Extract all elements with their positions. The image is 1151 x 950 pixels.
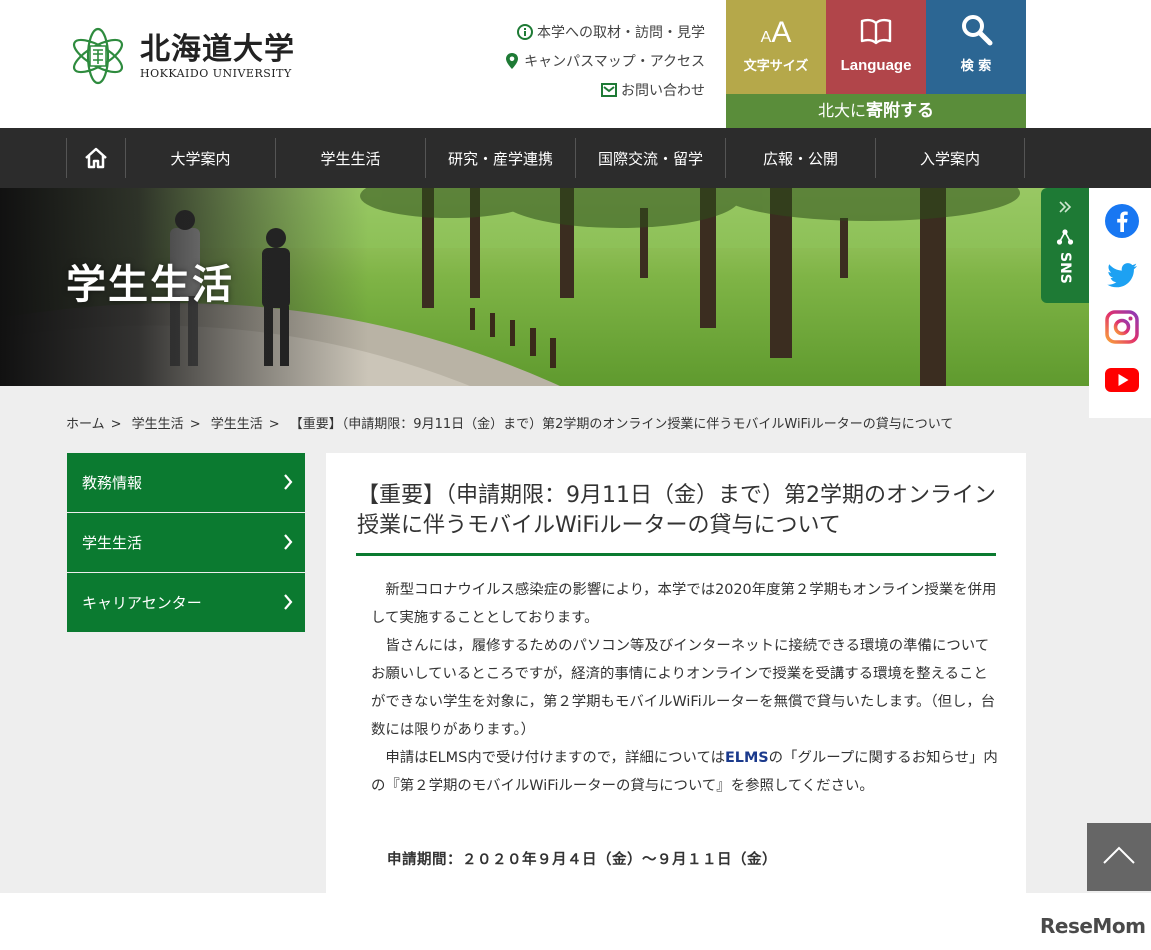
side-menu-label: 学生生活 <box>82 534 143 552</box>
breadcrumb-current: 【重要】（申請期限：9月11日（金）まで）第2学期のオンライン授業に伴うモバイル… <box>289 417 954 432</box>
article-panel: 【重要】（申請期限：9月11日（金）まで）第2学期のオンライン授業に伴うモバイル… <box>326 453 1026 893</box>
twitter-icon[interactable] <box>1105 258 1139 292</box>
nav-public-relations[interactable]: 広報・公開 <box>725 138 875 178</box>
campus-map-link[interactable]: キャンパスマップ・アクセス <box>504 51 705 71</box>
footer-band <box>0 893 1151 950</box>
mail-icon <box>601 83 617 97</box>
nav-international[interactable]: 国際交流・留学 <box>575 138 725 178</box>
nav-about[interactable]: 大学案内 <box>125 138 275 178</box>
side-menu-label: キャリアセンター <box>82 594 202 612</box>
sns-bar <box>1089 188 1151 418</box>
watermark-logo: ReseMom <box>1040 914 1146 938</box>
font-size-label: 文字サイズ <box>743 59 809 74</box>
utility-links: 本学への取材・訪問・見学 キャンパスマップ・アクセス お問い合わせ <box>504 22 705 109</box>
facebook-icon[interactable] <box>1105 204 1139 238</box>
nav-admissions[interactable]: 入学案内 <box>875 138 1025 178</box>
hero-title: 学生生活 <box>66 262 234 308</box>
article-paragraph-1: 新型コロナウイルス感染症の影響により，本学では2020年度第２学期もオンライン授… <box>371 582 997 626</box>
article-paragraph-3: 申請はELMS内で受け付けますので，詳細についてはELMSの「グループに関するお… <box>371 750 998 794</box>
visit-link-label: 本学への取材・訪問・見学 <box>537 25 705 41</box>
hero-banner: 学生生活 <box>0 188 1151 386</box>
chevron-up-icon <box>1103 846 1135 864</box>
campus-map-label: キャンパスマップ・アクセス <box>524 54 705 70</box>
side-menu-label: 教務情報 <box>82 474 143 492</box>
nav-home[interactable] <box>66 138 125 178</box>
search-icon <box>962 15 993 46</box>
chevron-right-icon <box>284 594 293 610</box>
elms-link[interactable]: ELMS <box>725 750 769 766</box>
breadcrumb-student-life-sub[interactable]: 学生生活 <box>211 417 263 432</box>
home-icon <box>85 147 107 169</box>
side-menu-career-center[interactable]: キャリアセンター <box>67 573 305 632</box>
site-header: 北海道大学 HOKKAIDO UNIVERSITY 本学への取材・訪問・見学 キ… <box>0 0 1151 128</box>
application-period: 申請期間：２０２０年９月４日（金）～９月１１日（金） <box>387 852 777 868</box>
breadcrumb-home[interactable]: ホーム <box>66 417 105 432</box>
nav-student-life[interactable]: 学生生活 <box>275 138 425 178</box>
article-paragraph-2: 皆さんには，履修するためのパソコン等及びインターネットに接続できる環境の準備につ… <box>371 638 996 738</box>
logo-japanese-name: 北海道大学 <box>140 31 295 67</box>
contact-link[interactable]: お問い合わせ <box>504 80 705 100</box>
sns-toggle-tab[interactable]: SNS <box>1041 188 1089 303</box>
map-pin-icon <box>506 53 519 69</box>
contact-link-label: お問い合わせ <box>621 83 705 99</box>
donate-button[interactable]: 北大に寄附する <box>726 94 1026 128</box>
nav-research[interactable]: 研究・産学連携 <box>425 138 575 178</box>
search-button[interactable]: 検 索 <box>926 0 1026 94</box>
book-icon <box>860 18 892 45</box>
chevron-right-icon <box>284 474 293 490</box>
breadcrumb-student-life[interactable]: 学生生活 <box>132 417 184 432</box>
article-body: 新型コロナウイルス感染症の影響により，本学では2020年度第２学期もオンライン授… <box>371 576 1001 800</box>
article-title: 【重要】（申請期限：9月11日（金）まで）第2学期のオンライン授業に伴うモバイル… <box>357 483 996 538</box>
language-label: Language <box>840 57 912 74</box>
global-nav: 大学案内 学生生活 研究・産学連携 国際交流・留学 広報・公開 入学案内 <box>0 128 1151 188</box>
instagram-icon[interactable] <box>1105 310 1139 344</box>
search-label: 検 索 <box>960 59 992 74</box>
university-emblem-icon <box>72 27 124 85</box>
info-icon <box>517 24 533 40</box>
breadcrumb: ホーム > 学生生活 > 学生生活 > 【重要】（申請期限：9月11日（金）まで）第2… <box>66 417 954 432</box>
side-menu: 教務情報 学生生活 キャリアセンター <box>67 453 305 633</box>
side-menu-student-life[interactable]: 学生生活 <box>67 513 305 572</box>
donate-prefix: 北大に <box>817 101 866 120</box>
font-size-button[interactable]: AA 文字サイズ <box>726 0 826 94</box>
visit-link[interactable]: 本学への取材・訪問・見学 <box>504 22 705 42</box>
chevron-right-icon <box>284 534 293 550</box>
university-logo[interactable]: 北海道大学 HOKKAIDO UNIVERSITY <box>66 22 295 90</box>
font-size-icon: AA <box>760 16 792 49</box>
share-icon <box>1056 229 1074 245</box>
sns-tab-label: SNS <box>1057 252 1073 284</box>
double-chevron-icon <box>1059 201 1072 213</box>
side-menu-academic-affairs[interactable]: 教務情報 <box>67 453 305 512</box>
logo-english-name: HOKKAIDO UNIVERSITY <box>140 66 292 80</box>
back-to-top-button[interactable] <box>1087 823 1151 891</box>
title-divider <box>356 553 996 556</box>
language-button[interactable]: Language <box>826 0 926 94</box>
youtube-icon[interactable] <box>1105 363 1139 397</box>
donate-bold: 寄附する <box>866 101 934 121</box>
